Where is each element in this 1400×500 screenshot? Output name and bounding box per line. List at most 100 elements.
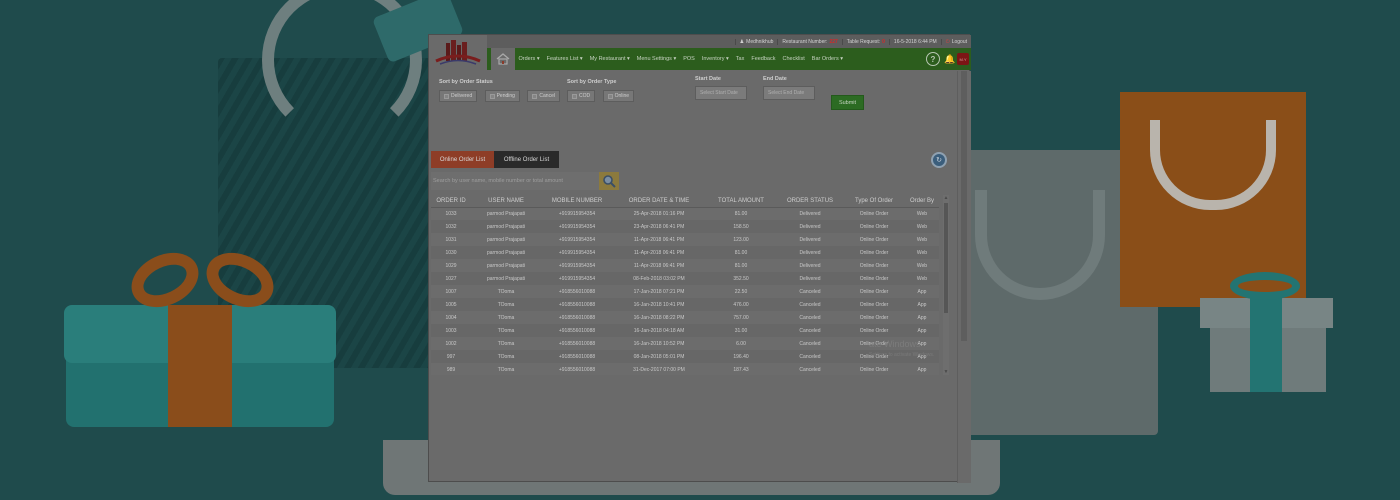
page-scrollbar[interactable]: [957, 71, 971, 483]
orders-table: ORDER ID USER NAME MOBILE NUMBER ORDER D…: [431, 195, 939, 375]
search-bar: Search by user name, mobile number or to…: [431, 172, 619, 190]
restaurant-logo[interactable]: [429, 35, 487, 71]
filter-bar: Sort by Order Status Delivered Pending C…: [435, 76, 955, 119]
start-date-input[interactable]: Select Start Date: [695, 86, 747, 100]
nav-menu-settings[interactable]: Menu Settings ▾: [633, 56, 679, 62]
order-status-cell: Delivered: [777, 233, 843, 246]
order-id-cell: 1005: [431, 298, 471, 311]
table-row[interactable]: 1005 TOoma +918556010088 16-Jan-2018 10:41 …: [431, 298, 939, 311]
status-pending-checkbox[interactable]: Pending: [484, 90, 520, 102]
type-of-order-cell: Online Order: [843, 363, 905, 375]
nav-feedback[interactable]: Feedback: [748, 56, 779, 62]
user-name-cell: TOoma: [471, 298, 541, 311]
type-cod-checkbox[interactable]: COD: [567, 90, 596, 102]
scroll-up-icon[interactable]: ▲: [943, 195, 949, 201]
table-row[interactable]: 1031 parmod Prajapati +919915954354 11-Apr-…: [431, 233, 939, 246]
total-amount-cell: 187.43: [705, 363, 777, 375]
col-order-status[interactable]: ORDER STATUS: [777, 195, 843, 208]
col-order-id[interactable]: ORDER ID: [431, 195, 471, 208]
search-button[interactable]: [599, 172, 619, 190]
home-button[interactable]: [491, 48, 515, 70]
submit-button[interactable]: Submit: [831, 95, 864, 110]
order-date-cell: 11-Apr-2018 06:41 PM: [613, 233, 705, 246]
table-scrollbar[interactable]: ▲ ▼: [943, 195, 949, 375]
user-name-cell: TOoma: [471, 311, 541, 324]
table-row[interactable]: 1032 parmod Prajapati +919915954354 23-Apr-…: [431, 220, 939, 233]
order-id-cell: 1030: [431, 246, 471, 259]
order-by-cell: App: [905, 311, 939, 324]
col-order-by[interactable]: Order By: [905, 195, 939, 208]
total-amount-cell: 22.50: [705, 285, 777, 298]
order-status-cell: Delivered: [777, 259, 843, 272]
nav-bar-orders[interactable]: Bar Orders ▾: [808, 56, 846, 62]
tab-online-order-list[interactable]: Online Order List: [431, 151, 494, 168]
nav-pos[interactable]: POS: [680, 56, 699, 62]
checkbox-label: COD: [579, 93, 591, 99]
user-name-cell: TOoma: [471, 363, 541, 375]
order-id-cell: 1027: [431, 272, 471, 285]
order-id-cell: 1004: [431, 311, 471, 324]
status-delivered-checkbox[interactable]: Delivered: [439, 90, 478, 102]
table-row[interactable]: 1007 TOoma +918556010088 17-Jan-2018 07:21 …: [431, 285, 939, 298]
total-amount-cell: 81.00: [705, 246, 777, 259]
nav-my-restaurant[interactable]: My Restaurant ▾: [586, 56, 633, 62]
mobile-number-cell: +919915954354: [541, 272, 613, 285]
refresh-icon[interactable]: ↻: [931, 152, 947, 168]
table-row[interactable]: 1030 parmod Prajapati +919915954354 11-Apr-…: [431, 246, 939, 259]
order-status-cell: Canceled: [777, 324, 843, 337]
user-name-cell: parmod Prajapati: [471, 272, 541, 285]
col-order-date[interactable]: ORDER DATE & TIME: [613, 195, 705, 208]
gift-bow: [1230, 272, 1300, 300]
order-date-cell: 11-Apr-2018 06:41 PM: [613, 259, 705, 272]
user-menu[interactable]: ♟ Medhnikhub: [734, 38, 778, 45]
logo-icon: [435, 40, 481, 65]
nav-checklist[interactable]: Checklist: [779, 56, 808, 62]
checkbox-label: Cancel: [539, 93, 555, 99]
user-name-cell: parmod Prajapati: [471, 207, 541, 220]
bell-icon[interactable]: 🔔: [944, 54, 955, 64]
logout-link[interactable]: ⏻ Logout: [940, 38, 971, 45]
total-amount-cell: 757.00: [705, 311, 777, 324]
order-by-cell: Web: [905, 233, 939, 246]
order-id-cell: 997: [431, 350, 471, 363]
table-row[interactable]: 997 TOoma +918556010088 08-Jan-2018 05:01 P…: [431, 350, 939, 363]
help-icon[interactable]: ?: [926, 52, 940, 66]
nav-features-list[interactable]: Features List ▾: [543, 56, 586, 62]
table-row[interactable]: 989 TOoma +918556010088 31-Dec-2017 07:00 P…: [431, 363, 939, 375]
order-date-cell: 08-Jan-2018 05:01 PM: [613, 350, 705, 363]
order-status-cell: Delivered: [777, 246, 843, 259]
table-row[interactable]: 1004 TOoma +918556010088 16-Jan-2018 08:22 …: [431, 311, 939, 324]
checkbox-box: [444, 93, 449, 99]
status-cancel-checkbox[interactable]: Cancel: [527, 90, 560, 102]
avatar[interactable]: M.Y: [957, 53, 969, 65]
nav-inventory[interactable]: Inventory ▾: [698, 56, 732, 62]
total-amount-cell: 158.50: [705, 220, 777, 233]
nav-orders[interactable]: Orders ▾: [515, 56, 543, 62]
end-date-input[interactable]: Select End Date: [763, 86, 815, 100]
tab-offline-order-list[interactable]: Offline Order List: [494, 151, 559, 168]
type-of-order-cell: Online Order: [843, 311, 905, 324]
col-user-name[interactable]: USER NAME: [471, 195, 541, 208]
user-name-cell: TOoma: [471, 337, 541, 350]
table-row[interactable]: 1027 parmod Prajapati +919915954354 08-Feb-…: [431, 272, 939, 285]
col-type-of-order[interactable]: Type Of Order: [843, 195, 905, 208]
table-row[interactable]: 1003 TOoma +918556010088 16-Jan-2018 04:18 …: [431, 324, 939, 337]
nav-tax[interactable]: Tax: [732, 56, 748, 62]
scroll-down-icon[interactable]: ▼: [943, 369, 949, 375]
start-date-filter: Start Date Select Start Date: [695, 76, 747, 100]
table-request[interactable]: Table Request: 0: [841, 38, 889, 45]
page-scroll-thumb[interactable]: [961, 71, 967, 341]
col-mobile-number[interactable]: MOBILE NUMBER: [541, 195, 613, 208]
search-input[interactable]: Search by user name, mobile number or to…: [431, 172, 599, 190]
table-row[interactable]: 1033 parmod Prajapati +919915954354 25-Apr-…: [431, 207, 939, 220]
type-online-checkbox[interactable]: Online: [602, 90, 635, 102]
gift-ribbon: [1250, 298, 1282, 392]
order-by-cell: App: [905, 298, 939, 311]
table-row[interactable]: 1002 TOoma +918556010088 16-Jan-2018 10:52 …: [431, 337, 939, 350]
order-date-cell: 16-Jan-2018 10:41 PM: [613, 298, 705, 311]
total-amount-cell: 6.00: [705, 337, 777, 350]
windows-activation-subtext: Settings to activate Windows.: [869, 352, 935, 358]
scroll-thumb[interactable]: [944, 203, 948, 313]
col-total-amount[interactable]: TOTAL AMOUNT: [705, 195, 777, 208]
table-row[interactable]: 1029 parmod Prajapati +919915954354 11-Apr-…: [431, 259, 939, 272]
